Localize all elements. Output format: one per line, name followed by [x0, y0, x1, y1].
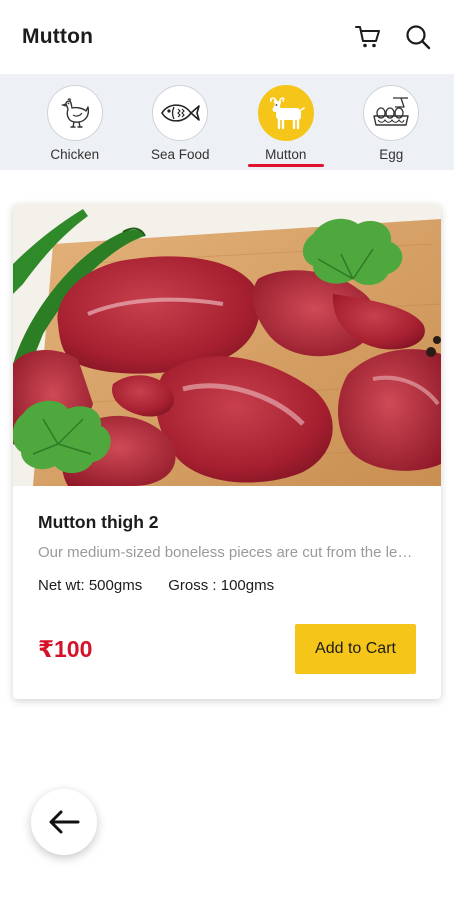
category-label: Mutton — [265, 147, 307, 162]
product-price: ₹100 — [38, 636, 93, 662]
product-details: Mutton thigh 2 Our medium-sized boneless… — [38, 512, 416, 594]
product-card[interactable]: Mutton thigh 2 Our medium-sized boneless… — [13, 204, 441, 699]
product-name: Mutton thigh 2 — [38, 512, 159, 532]
category-label: Sea Food — [150, 147, 210, 162]
category-tabs: Chicken Sea Food Mutton Egg — [0, 74, 454, 170]
category-seafood[interactable]: Sea Food — [128, 74, 234, 170]
product-description: Our medium-sized boneless pieces are cut… — [38, 544, 416, 561]
category-label: Egg — [379, 147, 404, 162]
category-egg[interactable]: Egg — [339, 74, 445, 170]
chicken-icon — [60, 98, 89, 128]
product-image — [13, 204, 441, 486]
cart-icon — [355, 26, 380, 48]
arrow-left-icon — [49, 810, 80, 834]
cart-button[interactable] — [354, 23, 382, 51]
back-button[interactable] — [31, 789, 97, 855]
page-title: Mutton — [22, 25, 94, 48]
gross-weight: Gross : 100gms — [168, 577, 275, 594]
app-header: Mutton — [0, 0, 454, 74]
category-mutton[interactable]: Mutton — [233, 74, 339, 170]
egg-icon — [373, 97, 409, 126]
goat-icon — [269, 97, 305, 130]
category-seafood-circle — [152, 85, 209, 141]
add-to-cart-button[interactable]: Add to Cart — [295, 624, 416, 674]
category-chicken[interactable]: Chicken — [22, 74, 128, 170]
category-chicken-circle — [46, 85, 103, 141]
product-weights: Net wt: 500gms Gross : 100gms — [38, 577, 416, 594]
search-button[interactable] — [404, 23, 432, 51]
search-icon — [406, 25, 431, 50]
category-egg-circle — [363, 85, 420, 141]
active-tab-indicator — [247, 164, 324, 167]
category-mutton-circle — [257, 85, 314, 141]
header-actions — [354, 23, 432, 51]
fish-icon — [161, 104, 201, 122]
net-weight: Net wt: 500gms — [38, 577, 143, 594]
category-label: Chicken — [50, 147, 100, 162]
